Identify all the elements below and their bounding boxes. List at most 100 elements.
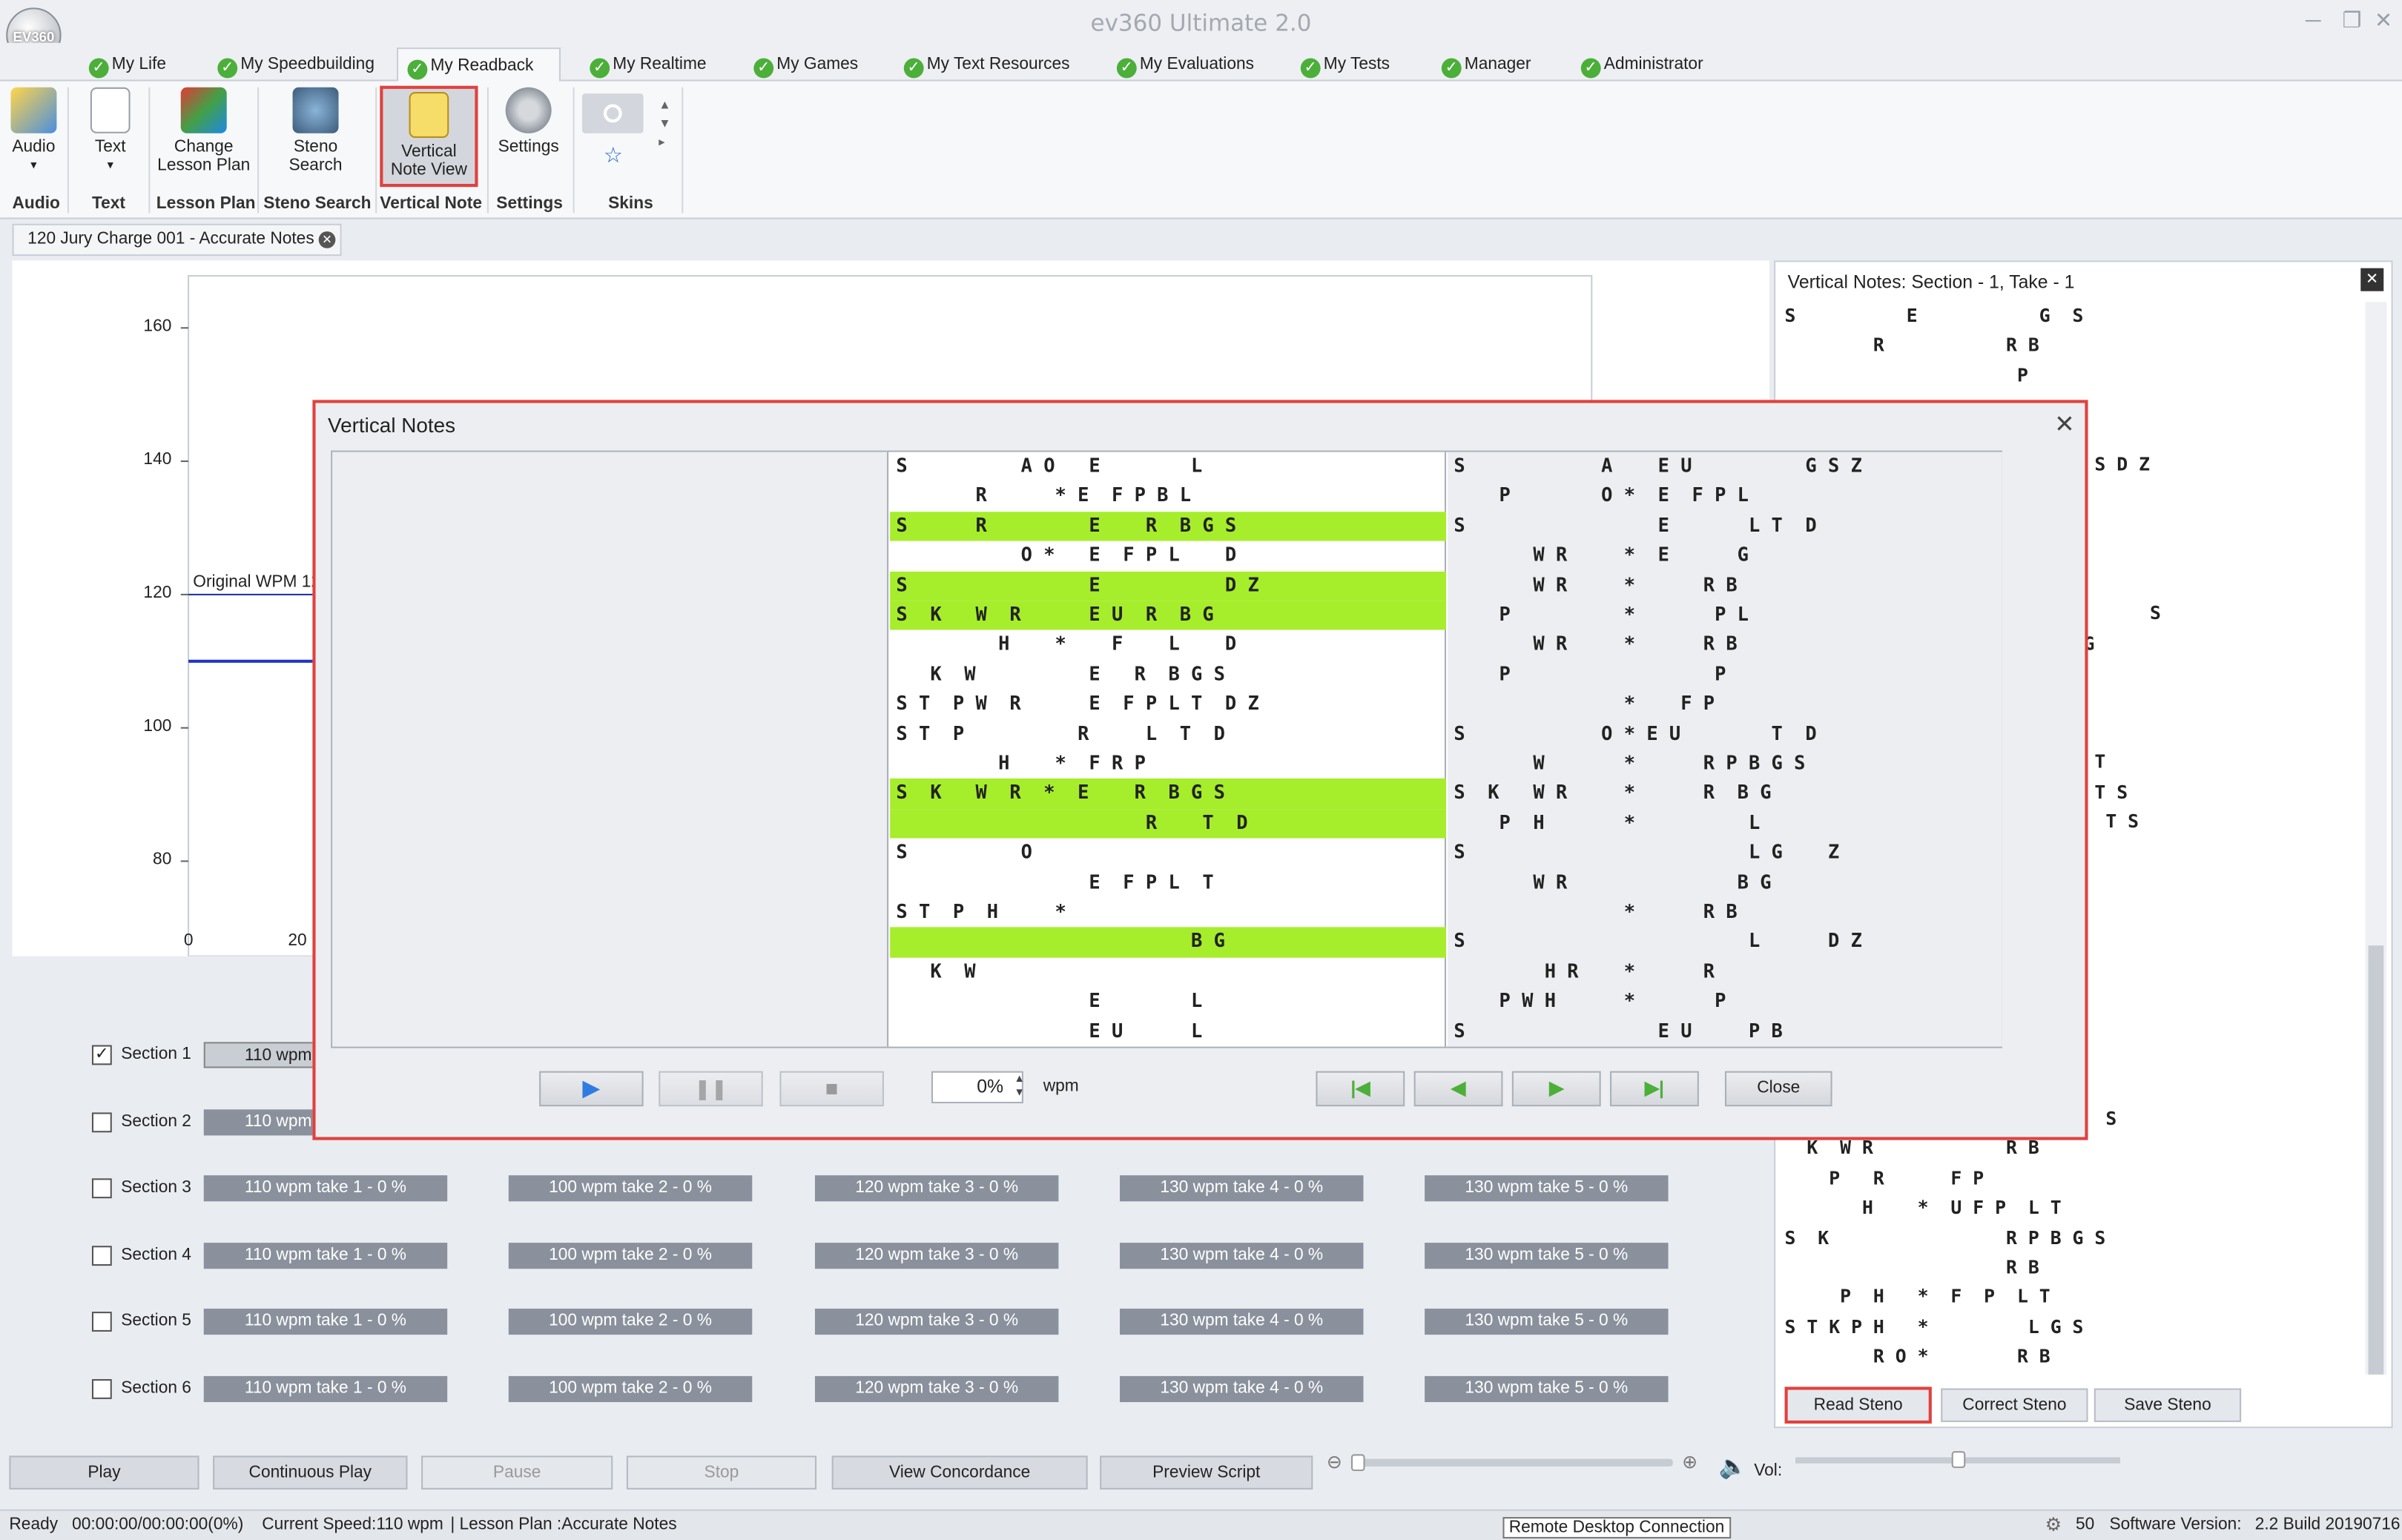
steno-stroke: K W	[896, 960, 976, 982]
take-button[interactable]: 130 wpm take 4 - 0 %	[1120, 1375, 1364, 1401]
first-button[interactable]: |◀	[1316, 1071, 1405, 1107]
take-button[interactable]: 130 wpm take 5 - 0 %	[1425, 1242, 1669, 1269]
view-concordance-button[interactable]: View Concordance	[831, 1455, 1088, 1490]
take-button[interactable]: 100 wpm take 2 - 0 %	[508, 1308, 753, 1335]
section-label: Section 3	[121, 1178, 191, 1197]
tab-my-speedbuilding[interactable]: ✓ My Speedbuilding	[217, 47, 375, 81]
tab-my-games[interactable]: ✓ My Games	[753, 47, 858, 81]
close-button[interactable]: ✕	[2375, 7, 2392, 33]
steno-column-empty	[332, 452, 889, 1047]
settings-button[interactable]: Settings	[496, 87, 561, 156]
pause-button[interactable]: ❚❚	[659, 1071, 763, 1107]
speaker-icon[interactable]: 🔈	[1719, 1453, 1748, 1480]
audio-button[interactable]: Audio ▾	[6, 87, 61, 175]
tab-label: My Realtime	[613, 55, 707, 74]
section-label: Section 1	[121, 1045, 191, 1064]
change-lesson-plan-button[interactable]: Change Lesson Plan	[154, 87, 254, 175]
dialog-close-button[interactable]: Close	[1724, 1071, 1832, 1107]
take-button[interactable]: 130 wpm take 4 - 0 %	[1120, 1175, 1364, 1202]
section-checkbox[interactable]: ✓	[91, 1045, 112, 1065]
zoom-in-icon[interactable]: ⊕	[1682, 1451, 1697, 1473]
section-checkbox[interactable]	[91, 1178, 112, 1199]
previous-button[interactable]: ◀	[1413, 1071, 1503, 1107]
play-button[interactable]: ▶	[539, 1071, 644, 1107]
volume-label: Vol:	[1754, 1461, 1783, 1481]
tab-my-evaluations[interactable]: ✓ My Evaluations	[1116, 47, 1254, 81]
take-button[interactable]: 130 wpm take 5 - 0 %	[1425, 1175, 1669, 1202]
vertical-note-view-button[interactable]: Vertical Note View	[380, 85, 478, 188]
steno-search-button[interactable]: Steno Search	[270, 87, 362, 175]
playback-slider[interactable]	[1350, 1458, 1673, 1467]
restore-button[interactable]: ❐	[2342, 7, 2361, 33]
take-button[interactable]: 120 wpm take 3 - 0 %	[814, 1308, 1059, 1335]
volume-slider-thumb[interactable]	[1951, 1451, 1966, 1468]
section-checkbox[interactable]	[91, 1312, 112, 1332]
skins-scroll[interactable]: ▲ ▼ ▸	[659, 96, 670, 151]
steno-stroke: H * F R P	[896, 752, 1146, 774]
play-bottom-button[interactable]: Play	[9, 1455, 199, 1490]
check-icon: ✓	[88, 58, 109, 79]
take-button[interactable]: 120 wpm take 3 - 0 %	[814, 1375, 1059, 1401]
ribbon: Audio ▾ Audio Text ▾ Text Change Lesson Pl…	[0, 81, 2402, 219]
tab-my-life[interactable]: ✓ My Life	[88, 47, 166, 81]
playback-slider-thumb[interactable]	[1350, 1454, 1365, 1472]
take-button[interactable]: 130 wpm take 5 - 0 %	[1425, 1375, 1669, 1401]
speed-spinner-icon[interactable]: ▲ ▼	[1014, 1073, 1024, 1100]
text-button[interactable]: Text ▾	[83, 87, 138, 175]
take-button[interactable]: 100 wpm take 2 - 0 %	[508, 1242, 753, 1269]
tab-administrator[interactable]: ✓ Administrator	[1580, 47, 1703, 81]
steno-stroke: P P	[1454, 663, 1726, 685]
take-button[interactable]: 100 wpm take 2 - 0 %	[508, 1175, 753, 1202]
save-steno-button[interactable]: Save Steno	[2093, 1388, 2242, 1422]
document-tab[interactable]: 120 Jury Charge 001 - Accurate Notes ✕	[12, 223, 342, 257]
zoom-out-icon[interactable]: ⊖	[1327, 1451, 1342, 1473]
vertical-label: Vertical	[401, 142, 457, 162]
speed-input[interactable]: 0%	[931, 1071, 1023, 1104]
gear-icon	[505, 87, 552, 133]
tab-my-text-resources[interactable]: ✓ My Text Resources	[903, 47, 1070, 81]
take-button[interactable]: 110 wpm take 1 - 0 %	[203, 1375, 448, 1401]
stop-bottom-button[interactable]: Stop	[626, 1455, 817, 1490]
read-steno-button[interactable]: Read Steno	[1784, 1387, 1932, 1424]
tab-my-realtime[interactable]: ✓ My Realtime	[590, 47, 707, 81]
star-icon[interactable]: ☆	[604, 142, 623, 168]
steno-stroke: B G	[896, 931, 1225, 953]
tab-my-tests[interactable]: ✓ My Tests	[1300, 47, 1390, 81]
group-label-text: Text	[91, 194, 126, 214]
group-label-steno-search: Steno Search	[263, 194, 372, 214]
take-button[interactable]: 120 wpm take 3 - 0 %	[814, 1242, 1059, 1269]
status-ready: Ready	[9, 1515, 59, 1534]
take-button[interactable]: 110 wpm take 1 - 0 %	[203, 1175, 448, 1202]
skip-last-icon: ▶|	[1644, 1077, 1664, 1099]
next-button[interactable]: ▶	[1511, 1071, 1601, 1107]
take-button[interactable]: 110 wpm take 1 - 0 %	[203, 1308, 448, 1335]
skin-default[interactable]	[581, 93, 644, 133]
panel-scrollbar[interactable]	[2365, 302, 2387, 1375]
take-button[interactable]: 130 wpm take 5 - 0 %	[1425, 1308, 1669, 1335]
section-checkbox[interactable]	[91, 1378, 112, 1398]
pause-bottom-button[interactable]: Pause	[421, 1455, 613, 1490]
group-separator	[486, 87, 489, 214]
take-button[interactable]: 100 wpm take 2 - 0 %	[508, 1375, 753, 1401]
steno-stroke: P * P L	[1454, 604, 1749, 626]
take-button[interactable]: 130 wpm take 4 - 0 %	[1120, 1242, 1364, 1269]
close-tab-icon[interactable]: ✕	[318, 231, 336, 248]
tab-my-readback[interactable]: ✓ My Readback	[397, 47, 561, 82]
take-button[interactable]: 120 wpm take 3 - 0 %	[814, 1175, 1059, 1202]
continuous-play-button[interactable]: Continuous Play	[213, 1455, 408, 1490]
close-panel-icon[interactable]: ✕	[2360, 268, 2384, 291]
correct-steno-button[interactable]: Correct Steno	[1941, 1388, 2088, 1422]
scrollbar-thumb[interactable]	[2368, 945, 2384, 1375]
section-checkbox[interactable]	[91, 1111, 112, 1132]
steno-column-next: S A E U G S Z P O * E F P L S E L T D W R…	[1448, 452, 2002, 1047]
take-button[interactable]: 130 wpm take 4 - 0 %	[1120, 1308, 1364, 1335]
minimize-button[interactable]: ─	[2306, 7, 2320, 32]
dialog-close-icon[interactable]: ✕	[2054, 409, 2075, 440]
tab-manager[interactable]: ✓ Manager	[1441, 47, 1531, 81]
status-count: 50	[2076, 1515, 2095, 1534]
section-checkbox[interactable]	[91, 1245, 112, 1266]
take-button[interactable]: 110 wpm take 1 - 0 %	[203, 1242, 448, 1269]
stop-button[interactable]: ■	[779, 1071, 884, 1107]
preview-script-button[interactable]: Preview Script	[1100, 1455, 1313, 1490]
last-button[interactable]: ▶|	[1610, 1071, 1699, 1107]
